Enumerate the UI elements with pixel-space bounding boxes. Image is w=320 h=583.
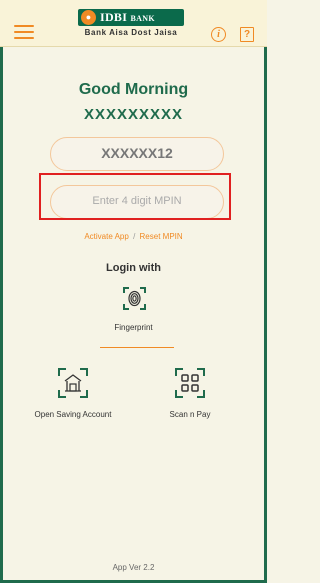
activate-app-link[interactable]: Activate App: [84, 232, 128, 241]
open-saving-account-button[interactable]: Open Saving Account: [28, 366, 118, 419]
account-links: Activate App / Reset MPIN: [0, 232, 267, 241]
app-version: App Ver 2.2: [112, 563, 155, 572]
mpin-highlight-box: [39, 173, 231, 220]
scan-n-pay-label: Scan n Pay: [169, 410, 211, 419]
logo-emblem-icon: ●: [81, 10, 96, 25]
info-icon[interactable]: i: [211, 27, 226, 42]
link-separator: /: [133, 232, 136, 241]
help-icon[interactable]: ?: [240, 27, 254, 42]
app-header: ● IDBI BANK Bank Aisa Dost Jaisa i ?: [0, 0, 267, 47]
fingerprint-icon[interactable]: [122, 286, 147, 311]
bank-building-icon: [58, 368, 88, 398]
logo-bank-text: BANK: [130, 14, 155, 23]
scan-n-pay-button[interactable]: Scan n Pay: [150, 366, 230, 419]
bank-logo: ● IDBI BANK: [78, 9, 184, 26]
fingerprint-label[interactable]: Fingerprint: [0, 323, 267, 332]
qr-scan-icon: [175, 368, 205, 398]
fingerprint-divider: [100, 347, 174, 348]
username-text: XXXXXXXXX: [83, 106, 184, 123]
user-id-field[interactable]: XXXXXX12: [50, 137, 224, 171]
bank-tagline: Bank Aisa Dost Jaisa: [84, 28, 178, 37]
logo-text: IDBI: [100, 10, 128, 24]
login-with-label: Login with: [106, 262, 161, 274]
hamburger-menu-icon[interactable]: [14, 25, 34, 39]
open-saving-account-label: Open Saving Account: [34, 410, 112, 419]
reset-mpin-link[interactable]: Reset MPIN: [140, 232, 183, 241]
greeting-text: Good Morning: [78, 81, 189, 98]
